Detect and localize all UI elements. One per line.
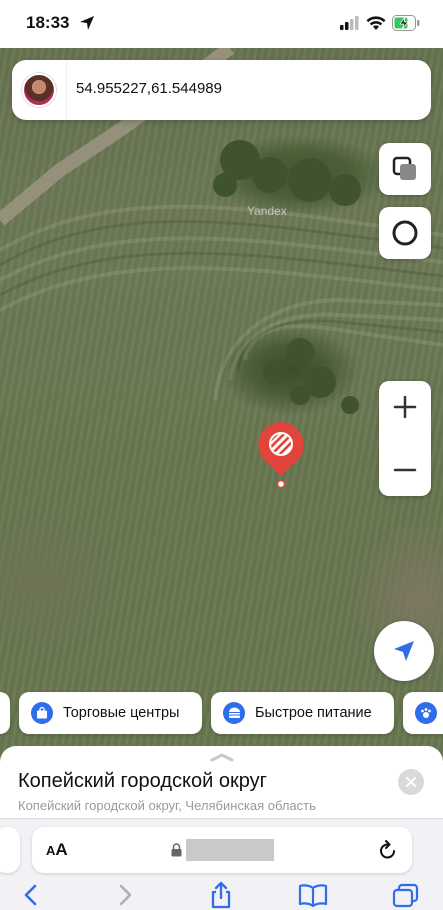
cellular-signal-icon [340, 16, 359, 30]
address-bar[interactable]: AA [32, 827, 412, 873]
pets-icon [415, 702, 437, 724]
search-divider [66, 60, 67, 120]
battery-charging-icon [392, 15, 420, 31]
avatar[interactable] [22, 73, 56, 107]
selected-point-pin[interactable] [256, 420, 306, 490]
reload-icon[interactable] [378, 839, 398, 861]
layers-button[interactable] [379, 143, 431, 195]
category-chip-fast-food[interactable]: Быстрое питание [211, 692, 394, 734]
coordinates-text[interactable]: 54.955227,61.544989 [76, 80, 222, 97]
zoom-controls [379, 381, 431, 496]
my-location-icon [394, 641, 414, 661]
share-icon[interactable] [208, 881, 234, 909]
my-location-button[interactable] [374, 621, 434, 681]
chip-label: Торговые центры [63, 705, 180, 721]
tabs-icon[interactable] [392, 883, 420, 909]
assistant-button[interactable] [379, 207, 431, 259]
chip-label: Быстрое питание [255, 705, 372, 721]
close-button[interactable] [398, 769, 424, 795]
category-chip-partial[interactable] [0, 692, 10, 734]
coordinates-search-bar[interactable]: 54.955227,61.544989 [12, 60, 431, 120]
browser-toolbar: AA [0, 818, 443, 910]
sheet-handle-icon[interactable] [209, 752, 235, 762]
url-redacted [186, 839, 274, 861]
text-size-button[interactable]: AA [46, 840, 68, 860]
category-chip-pets[interactable] [403, 692, 443, 734]
bookmarks-icon[interactable] [298, 883, 328, 907]
layers-icon [392, 156, 416, 180]
forward-icon[interactable] [116, 883, 134, 907]
status-time: 18:33 [26, 13, 70, 32]
location-arrow-icon [80, 16, 94, 30]
place-title: Копейский городской округ [18, 770, 267, 792]
shopping-bag-icon [31, 702, 53, 724]
back-icon[interactable] [22, 883, 40, 907]
assistant-ring-icon [392, 220, 418, 246]
zoom-in-icon [393, 395, 417, 419]
zoom-out-icon [393, 468, 417, 472]
category-chip-malls[interactable]: Торговые центры [19, 692, 202, 734]
map-watermark: Yandex [247, 204, 287, 218]
lock-icon [171, 843, 182, 857]
place-subtitle: Копейский городской округ, Челябинская о… [18, 798, 316, 813]
zoom-out-button[interactable] [379, 444, 431, 496]
previous-tab-preview[interactable] [0, 827, 20, 873]
wifi-icon [366, 16, 386, 30]
close-icon [406, 777, 416, 787]
status-bar: 18:33 [0, 0, 443, 48]
zoom-in-button[interactable] [379, 381, 431, 433]
burger-icon [223, 702, 245, 724]
